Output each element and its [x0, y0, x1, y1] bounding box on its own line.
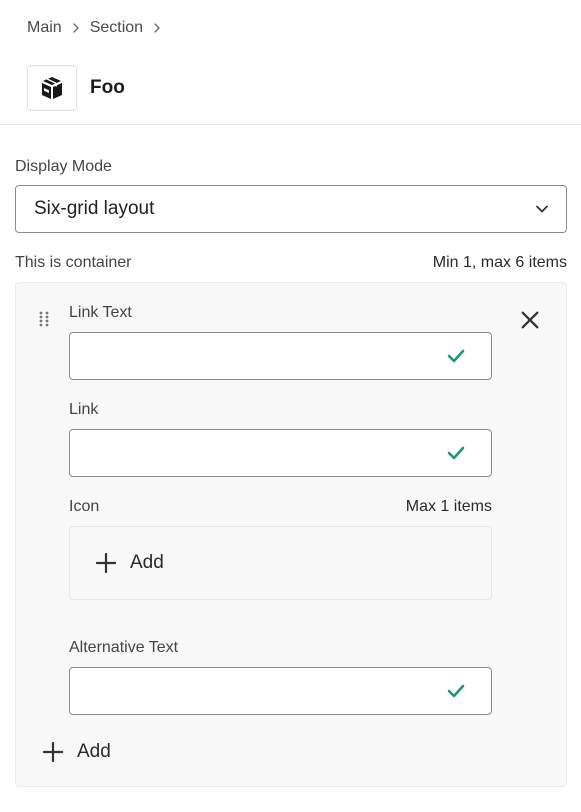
link-text-label: Link Text: [69, 304, 132, 321]
plus-icon: [43, 742, 63, 762]
add-icon-button[interactable]: Add: [96, 552, 164, 574]
add-item-label: Add: [77, 741, 111, 762]
chevron-right-icon: [143, 17, 171, 39]
checkmark-icon: [447, 349, 465, 363]
chevron-down-icon: [536, 205, 548, 213]
link-text-input[interactable]: [70, 333, 430, 379]
link-label: Link: [69, 401, 99, 418]
container-label: This is container: [15, 254, 132, 271]
box-stack-icon: [27, 65, 77, 111]
link-field-wrapper: [69, 429, 492, 477]
checkmark-icon: [447, 684, 465, 698]
drag-handle-icon[interactable]: [38, 310, 50, 328]
display-mode-label: Display Mode: [15, 158, 112, 175]
breadcrumb: Main Section: [27, 17, 171, 39]
display-mode-value: Six-grid layout: [34, 198, 155, 219]
breadcrumb-item-section[interactable]: Section: [90, 17, 143, 39]
add-item-button[interactable]: Add: [43, 741, 111, 763]
close-icon: [521, 311, 539, 329]
alt-text-label: Alternative Text: [69, 639, 179, 656]
header-divider: [0, 124, 581, 125]
alt-text-input[interactable]: [70, 668, 430, 714]
chevron-right-icon: [62, 17, 90, 39]
page-title: Foo: [90, 77, 125, 98]
icon-constraint: Max 1 items: [405, 498, 492, 515]
add-icon-label: Add: [130, 552, 164, 573]
link-text-field-wrapper: [69, 332, 492, 380]
alt-text-field-wrapper: [69, 667, 492, 715]
container-panel: Link Text Link Icon Max 1 items Add Alte…: [15, 282, 567, 787]
remove-item-button[interactable]: [518, 308, 542, 332]
icon-label: Icon: [69, 498, 100, 515]
breadcrumb-item-main[interactable]: Main: [27, 17, 62, 39]
page-header: Foo: [27, 65, 125, 111]
link-input[interactable]: [70, 430, 430, 476]
checkmark-icon: [447, 446, 465, 460]
display-mode-select[interactable]: Six-grid layout: [15, 185, 567, 233]
container-constraint: Min 1, max 6 items: [432, 254, 567, 271]
plus-icon: [96, 553, 116, 573]
icon-dropzone: Add: [69, 526, 492, 600]
